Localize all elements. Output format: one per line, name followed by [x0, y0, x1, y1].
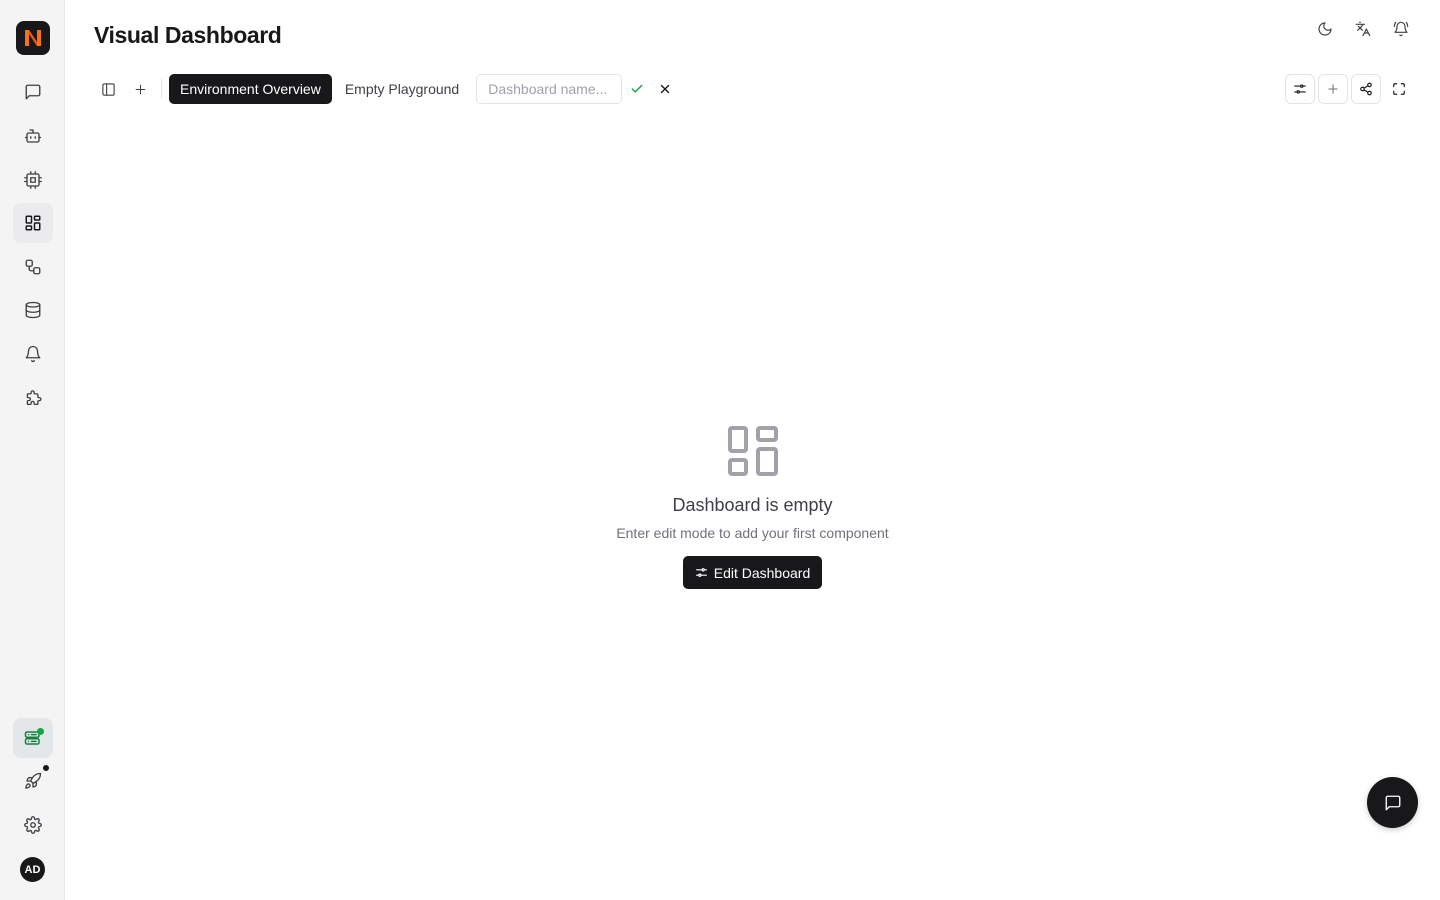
plus-icon [135, 84, 145, 94]
layout-dashboard-icon [25, 215, 41, 231]
empty-state: Dashboard is empty Enter edit mode to ad… [65, 425, 1440, 589]
edit-mode-button[interactable] [1285, 74, 1315, 104]
dashboard-actions [1285, 74, 1414, 104]
confirm-name-button[interactable] [624, 76, 650, 102]
settings-icon [24, 816, 42, 834]
sidebar-item-environments[interactable] [13, 718, 53, 758]
bot-icon [24, 129, 42, 143]
rocket-icon [25, 772, 42, 789]
notifications-button[interactable] [1386, 18, 1416, 40]
add-widget-button[interactable] [1318, 74, 1348, 104]
translate-icon [1355, 21, 1371, 37]
message-square-icon [25, 84, 41, 100]
database-icon [25, 301, 41, 319]
dashboard-toolbar: Environment Overview Empty Playground [94, 74, 678, 104]
puzzle-icon [26, 390, 42, 406]
sidebar-item-alerts[interactable] [13, 334, 53, 374]
toggle-panel-button[interactable] [94, 75, 122, 103]
cpu-icon [24, 171, 42, 189]
sidebar-item-settings[interactable] [13, 805, 53, 845]
edit-settings-icon [695, 568, 707, 577]
sidebar-item-launch[interactable] [13, 761, 53, 801]
dashboard-name-input[interactable] [476, 74, 623, 104]
fullscreen-button[interactable] [1384, 74, 1414, 104]
share-button[interactable] [1351, 74, 1381, 104]
language-button[interactable] [1348, 18, 1378, 40]
check-icon [631, 84, 643, 93]
bell-icon [25, 345, 41, 363]
app-logo[interactable] [16, 21, 50, 55]
app-logo-n-icon [25, 30, 41, 46]
page-title: Visual Dashboard [94, 22, 282, 48]
close-icon [661, 84, 670, 94]
empty-state-subtitle: Enter edit mode to add your first compon… [616, 525, 889, 541]
empty-state-title: Dashboard is empty [672, 495, 833, 515]
sidebar-item-data[interactable] [13, 290, 53, 330]
sidebar-item-workflows[interactable] [13, 247, 53, 287]
chat-fab-button[interactable] [1367, 777, 1418, 828]
share-icon [1360, 82, 1372, 96]
status-dot [37, 728, 44, 735]
tab-environment-overview[interactable]: Environment Overview [169, 74, 332, 104]
notification-dot [43, 765, 49, 771]
layout-dashboard-icon [727, 426, 778, 476]
sidebar-item-plugins[interactable] [13, 378, 53, 418]
edit-dashboard-label: Edit Dashboard [713, 564, 811, 581]
toolbar-divider [161, 79, 162, 99]
message-square-icon [1385, 795, 1400, 810]
user-avatar[interactable]: AD [20, 857, 45, 882]
sidebar-item-dashboard[interactable] [13, 203, 53, 243]
header-actions [1310, 18, 1416, 40]
add-dashboard-button[interactable] [126, 75, 154, 103]
edit-settings-icon [1294, 84, 1306, 94]
edit-dashboard-button[interactable]: Edit Dashboard [682, 556, 823, 589]
sidebar-item-agents[interactable] [13, 116, 53, 156]
fullscreen-icon [1393, 83, 1405, 95]
tab-empty-playground[interactable]: Empty Playground [334, 74, 470, 104]
sidebar: AD [0, 0, 65, 900]
workflow-icon [25, 259, 41, 275]
plus-icon [1328, 84, 1338, 94]
theme-toggle-button[interactable] [1310, 18, 1340, 40]
moon-icon [1318, 22, 1332, 36]
panel-left-icon [101, 82, 115, 96]
cancel-name-button[interactable] [652, 76, 678, 102]
bell-ring-icon [1393, 21, 1409, 37]
sidebar-item-chat[interactable] [13, 72, 53, 112]
sidebar-item-models[interactable] [13, 160, 53, 200]
